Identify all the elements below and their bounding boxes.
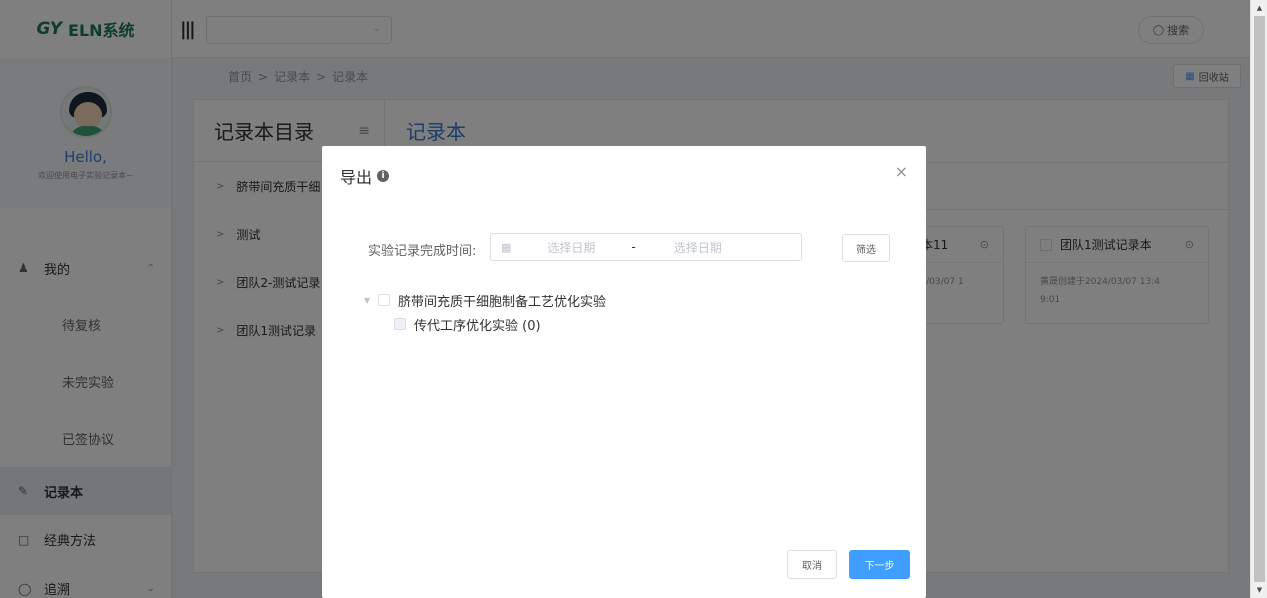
tree-node[interactable]: ▼ 脐带间充质干细胞制备工艺优化实验 bbox=[364, 288, 606, 312]
node-checkbox[interactable] bbox=[394, 318, 406, 330]
node-checkbox[interactable] bbox=[378, 294, 390, 306]
page-scrollbar[interactable]: ▲ ▼ bbox=[1250, 0, 1267, 598]
info-icon[interactable]: i bbox=[377, 170, 390, 182]
scrollbar-thumb[interactable] bbox=[1254, 16, 1265, 582]
start-date-input[interactable]: 选择日期 bbox=[547, 239, 595, 256]
cancel-button[interactable]: 取消 bbox=[787, 550, 837, 579]
dialog-title-text: 导出 bbox=[340, 168, 373, 187]
close-icon[interactable]: × bbox=[895, 162, 908, 181]
dialog-title: 导出 i bbox=[340, 164, 390, 188]
date-range-picker[interactable]: ▦ 选择日期 - 选择日期 bbox=[490, 233, 802, 261]
export-tree: ▼ 脐带间充质干细胞制备工艺优化实验 传代工序优化实验 (0) bbox=[364, 288, 606, 336]
calendar-icon: ▦ bbox=[501, 240, 512, 254]
next-button[interactable]: 下一步 bbox=[849, 550, 910, 579]
scroll-up-icon[interactable]: ▲ bbox=[1251, 0, 1267, 16]
caret-down-icon[interactable]: ▼ bbox=[364, 296, 378, 305]
end-date-input[interactable]: 选择日期 bbox=[674, 239, 722, 256]
date-separator: - bbox=[631, 240, 636, 254]
node-label: 传代工序优化实验 (0) bbox=[414, 318, 541, 334]
tree-node[interactable]: 传代工序优化实验 (0) bbox=[364, 312, 606, 336]
export-dialog: 导出 i × 实验记录完成时间: ▦ 选择日期 - 选择日期 筛选 ▼ 脐带间充… bbox=[322, 146, 926, 598]
scroll-down-icon[interactable]: ▼ bbox=[1251, 582, 1267, 598]
filter-button[interactable]: 筛选 bbox=[842, 234, 890, 262]
node-label: 脐带间充质干细胞制备工艺优化实验 bbox=[398, 294, 607, 310]
filter-label: 实验记录完成时间: bbox=[368, 244, 477, 259]
